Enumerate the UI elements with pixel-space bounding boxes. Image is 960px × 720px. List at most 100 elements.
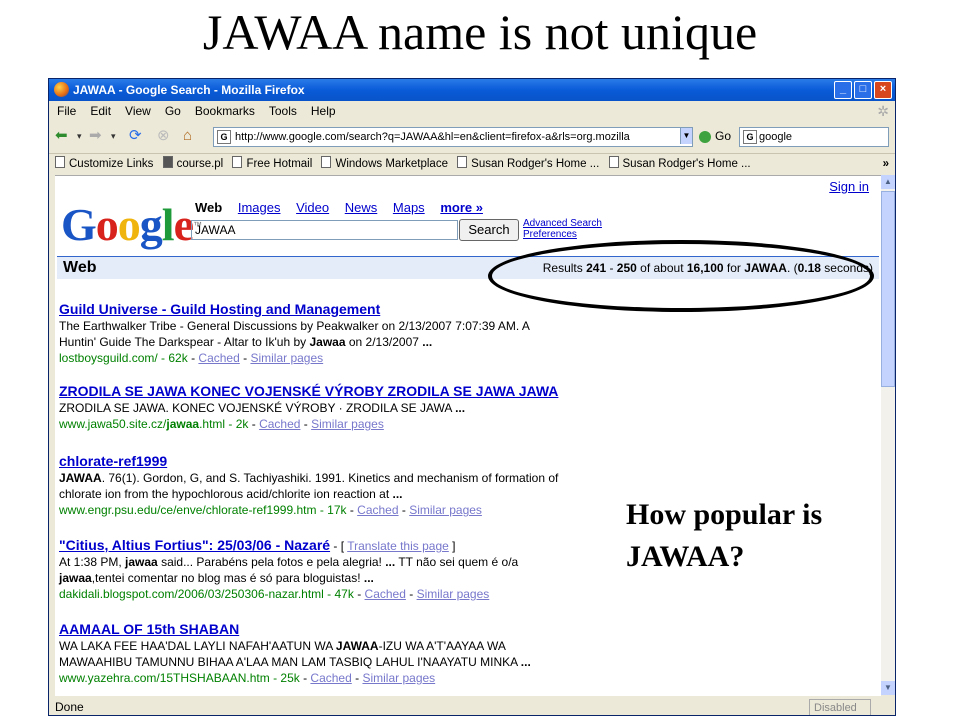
- bookmarks-chevron-icon[interactable]: »: [883, 154, 889, 174]
- status-text: Done: [55, 700, 84, 714]
- callout-line-2: JAWAA?: [626, 540, 745, 573]
- search-engine-icon[interactable]: G: [743, 130, 757, 144]
- close-button[interactable]: ×: [874, 81, 892, 99]
- bookmark-susan-rodger-1[interactable]: Susan Rodger's Home ...: [457, 156, 599, 170]
- cached-link[interactable]: Cached: [357, 503, 398, 517]
- callout-line-1: How popular is: [626, 498, 823, 531]
- search-bar-text: google: [759, 131, 793, 143]
- go-button[interactable]: Go: [699, 127, 731, 145]
- tab-more[interactable]: more »: [440, 200, 483, 215]
- highlight-oval: [488, 240, 874, 312]
- vertical-scrollbar[interactable]: ▲ ▼: [881, 175, 895, 695]
- result-url: www.yazehra.com/15THSHABAAN.htm - 25k: [59, 671, 300, 685]
- logo-letter: o: [117, 199, 141, 250]
- go-arrow-icon: [699, 130, 711, 143]
- scroll-thumb[interactable]: [881, 191, 895, 387]
- slide-title: JAWAA name is not unique: [202, 4, 758, 60]
- search-bar[interactable]: Ggoogle: [739, 127, 889, 147]
- menu-file[interactable]: File: [57, 104, 76, 118]
- reload-icon[interactable]: ⟳: [129, 127, 142, 145]
- result-url: lostboysguild.com/ - 62k: [59, 351, 188, 365]
- web-label: Web: [63, 259, 97, 276]
- back-arrow-icon[interactable]: ⬅: [55, 127, 68, 145]
- bookmark-course-pl[interactable]: course.pl: [162, 156, 223, 170]
- throbber-icon: ✲: [877, 103, 889, 119]
- scroll-down-icon[interactable]: ▼: [881, 681, 895, 695]
- result-url: www.engr.psu.edu/ce/enve/chlorate-ref199…: [59, 503, 347, 517]
- result-title-link[interactable]: ZRODILA SE JAWA KONEC VOJENSKÉ VÝROBY ZR…: [59, 382, 859, 400]
- tab-maps[interactable]: Maps: [393, 200, 425, 215]
- result-snippet: MAWAAHIBU TAMUNNU BIHAA A'LAA MAN LAM TA…: [59, 655, 531, 669]
- scroll-up-icon[interactable]: ▲: [881, 175, 895, 189]
- stop-icon[interactable]: ⊗: [157, 127, 170, 145]
- page-icon: [321, 156, 332, 168]
- bookmark-windows-marketplace[interactable]: Windows Marketplace: [321, 156, 448, 170]
- status-bar: Done Disabled: [49, 697, 895, 715]
- cached-link[interactable]: Cached: [310, 671, 351, 685]
- similar-pages-link[interactable]: Similar pages: [311, 417, 384, 431]
- url-dropdown-icon[interactable]: ▼: [680, 128, 692, 144]
- logo-letter: l: [161, 199, 175, 250]
- result-snippet: Huntin' Guide The Darkspear - Altar to I…: [59, 335, 433, 349]
- tab-web[interactable]: Web: [195, 200, 222, 215]
- tab-video[interactable]: Video: [296, 200, 329, 215]
- cached-link[interactable]: Cached: [365, 587, 406, 601]
- result-snippet: ZRODILA SE JAWA. KONEC VOJENSKÉ VÝROBY ·…: [59, 401, 466, 415]
- similar-pages-link[interactable]: Similar pages: [409, 503, 482, 517]
- menu-edit[interactable]: Edit: [90, 104, 111, 118]
- menu-tools[interactable]: Tools: [269, 104, 297, 118]
- url-bar[interactable]: Ghttp://www.google.com/search?q=JAWAA&hl…: [213, 127, 693, 147]
- result-title-link[interactable]: AAMAAL OF 15th SHABAN: [59, 620, 859, 638]
- tab-news[interactable]: News: [345, 200, 378, 215]
- page-icon: [608, 156, 619, 168]
- go-label: Go: [715, 129, 732, 143]
- similar-pages-link[interactable]: Similar pages: [250, 351, 323, 365]
- folder-icon: [162, 156, 173, 168]
- bookmark-free-hotmail[interactable]: Free Hotmail: [232, 156, 312, 170]
- similar-pages-link[interactable]: Similar pages: [362, 671, 435, 685]
- callout-text: How popular is JAWAA?: [626, 494, 822, 578]
- menu-bookmarks[interactable]: Bookmarks: [195, 104, 255, 118]
- result-snippet: The Earthwalker Tribe - General Discussi…: [59, 319, 530, 333]
- bookmark-susan-rodger-2[interactable]: Susan Rodger's Home ...: [608, 156, 751, 170]
- logo-letter: o: [95, 199, 119, 250]
- maximize-button[interactable]: □: [854, 81, 872, 99]
- url-text: http://www.google.com/search?q=JAWAA&hl=…: [235, 131, 630, 143]
- title-bar[interactable]: JAWAA - Google Search - Mozilla Firefox …: [49, 79, 895, 101]
- sign-in-link[interactable]: Sign in: [829, 179, 869, 194]
- similar-pages-link[interactable]: Similar pages: [417, 587, 490, 601]
- menu-view[interactable]: View: [125, 104, 151, 118]
- menu-go[interactable]: Go: [165, 104, 181, 118]
- back-dropdown-icon[interactable]: ▾: [77, 127, 82, 145]
- forward-arrow-icon[interactable]: ➡: [89, 127, 102, 145]
- google-search-tabs: Web Images Video News Maps more »: [195, 200, 495, 215]
- cached-link[interactable]: Cached: [259, 417, 300, 431]
- result-meta: dakidali.blogspot.com/2006/03/250306-naz…: [59, 587, 490, 601]
- result-title-link[interactable]: chlorate-ref1999: [59, 452, 859, 470]
- google-logo[interactable]: Google™: [61, 199, 202, 250]
- cached-link[interactable]: Cached: [198, 351, 239, 365]
- page-icon: [232, 156, 243, 168]
- home-icon[interactable]: ⌂: [183, 127, 192, 145]
- logo-letter: g: [139, 199, 163, 250]
- result-meta: www.yazehra.com/15THSHABAAN.htm - 25k - …: [59, 671, 436, 685]
- result-snippet: WA LAKA FEE HAA'DAL LAYLI NAFAH'AATUN WA…: [59, 639, 506, 653]
- result-url: www.jawa50.site.cz/jawaa.html - 2k: [59, 417, 249, 431]
- logo-letter: G: [61, 199, 97, 250]
- advanced-search-link[interactable]: Advanced Search: [523, 218, 602, 229]
- preferences-link[interactable]: Preferences: [523, 229, 577, 240]
- search-result: ZRODILA SE JAWA KONEC VOJENSKÉ VÝROBY ZR…: [59, 382, 859, 432]
- browser-window: JAWAA - Google Search - Mozilla Firefox …: [48, 78, 896, 716]
- menu-help[interactable]: Help: [311, 104, 336, 118]
- tab-images[interactable]: Images: [238, 200, 281, 215]
- translate-link[interactable]: Translate this page: [347, 539, 449, 553]
- result-snippet: JAWAA. 76(1). Gordon, G, and S. Tachiyas…: [59, 471, 559, 485]
- bookmark-customize-links[interactable]: Customize Links: [55, 156, 153, 170]
- minimize-button[interactable]: _: [834, 81, 852, 99]
- google-query-input[interactable]: JAWAA: [191, 220, 458, 240]
- forward-dropdown-icon[interactable]: ▾: [111, 127, 116, 145]
- result-title-link[interactable]: "Citius, Altius Fortius": 25/03/06 - Naz…: [59, 537, 330, 553]
- result-url: dakidali.blogspot.com/2006/03/250306-naz…: [59, 587, 354, 601]
- result-meta: www.jawa50.site.cz/jawaa.html - 2k - Cac…: [59, 417, 384, 431]
- search-button[interactable]: Search: [459, 219, 519, 241]
